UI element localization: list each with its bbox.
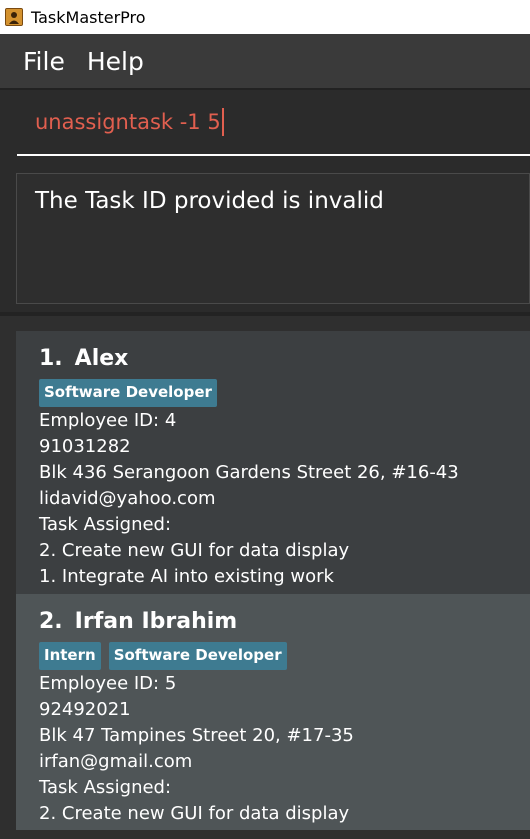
menu-file[interactable]: File: [23, 47, 71, 76]
list-bottom-padding: [0, 830, 530, 839]
tasks-label: Task Assigned:: [39, 777, 172, 798]
tag-badge: Software Developer: [39, 379, 217, 407]
command-text[interactable]: unassigntask -1 5: [35, 110, 221, 134]
employee-name-row: 1. Alex: [39, 343, 530, 375]
employee-card[interactable]: 1. Alex Software Developer Employee ID: 4…: [16, 331, 530, 594]
employee-email: irfan@gmail.com: [39, 751, 193, 772]
menu-bar: File Help: [0, 34, 530, 88]
window-title: TaskMasterPro: [31, 7, 146, 27]
task-item: 2. Create new GUI for data display: [39, 803, 350, 824]
employee-phone: 91031282: [39, 436, 131, 457]
command-input[interactable]: unassigntask -1 5: [17, 90, 530, 156]
app-icon: [5, 8, 23, 26]
employee-index: 2.: [39, 609, 63, 634]
tasks-label: Task Assigned:: [39, 514, 172, 535]
employee-address: Blk 47 Tampines Street 20, #17-35: [39, 725, 354, 746]
employee-name-row: 2. Irfan Ibrahim: [39, 606, 530, 638]
tag-badge: Intern: [39, 642, 101, 670]
employee-name: Irfan Ibrahim: [74, 609, 238, 634]
tag-badge: Software Developer: [108, 642, 287, 670]
task-item: 1. Integrate AI into existing work: [39, 566, 334, 587]
task-item: 2. Create new GUI for data display: [39, 540, 350, 561]
employee-name: Alex: [74, 346, 129, 371]
employee-index: 1.: [39, 346, 63, 371]
employee-email: lidavid@yahoo.com: [39, 488, 216, 509]
result-message: The Task ID provided is invalid: [35, 188, 384, 214]
employee-card-selected[interactable]: 2. Irfan Ibrahim Intern Software Develope…: [16, 594, 530, 830]
tag-list: Intern Software Developer: [39, 642, 530, 670]
employee-id: Employee ID: 5: [39, 673, 177, 694]
tag-list: Software Developer: [39, 379, 530, 407]
employee-phone: 92492021: [39, 699, 131, 720]
title-bar: TaskMasterPro: [0, 0, 530, 34]
menu-help[interactable]: Help: [87, 47, 150, 76]
employee-id: Employee ID: 4: [39, 410, 177, 431]
result-display: The Task ID provided is invalid: [16, 173, 530, 304]
employee-address: Blk 436 Serangoon Gardens Street 26, #16…: [39, 462, 459, 483]
text-caret: [221, 108, 224, 136]
